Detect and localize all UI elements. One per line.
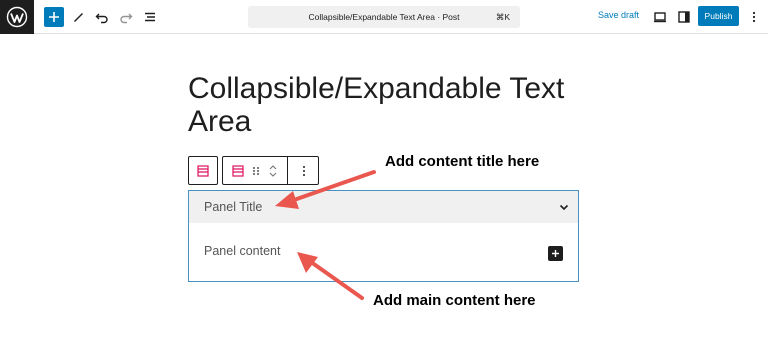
annotation-content-hint: Add main content here — [373, 292, 536, 309]
annotation-title-hint: Add content title here — [385, 153, 540, 170]
arrow-to-title — [275, 170, 376, 209]
arrow-to-content — [297, 252, 364, 300]
